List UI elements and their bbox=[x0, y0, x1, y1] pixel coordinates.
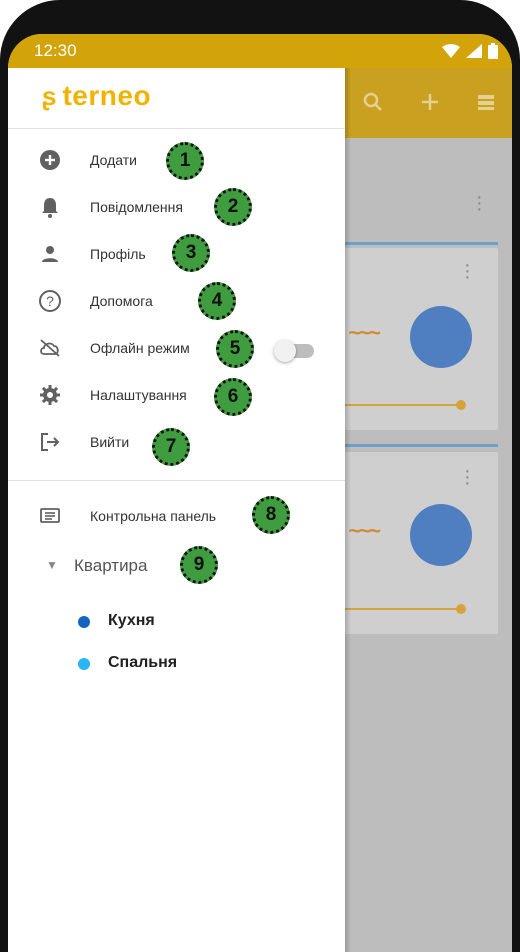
terneo-logo-icon: ʂ bbox=[42, 80, 57, 111]
room-color-dot bbox=[78, 658, 90, 670]
phone-frame: 12:30 · · · · · · ~~~ · · · ~~~ ʂ terneo… bbox=[0, 0, 520, 952]
callout-badge: 6 bbox=[214, 378, 252, 416]
caret-down-icon: ▼ bbox=[46, 558, 58, 572]
more-icon: · · · bbox=[464, 254, 471, 288]
logo-text: terneo bbox=[62, 80, 152, 111]
callout-badge: 1 bbox=[166, 142, 204, 180]
signal-icon bbox=[466, 44, 482, 58]
callout-badge: 5 bbox=[216, 330, 254, 368]
callout-badge: 8 bbox=[252, 496, 290, 534]
add-icon[interactable] bbox=[420, 92, 440, 112]
callout-badge: 2 bbox=[214, 188, 252, 226]
help-circle-icon: ? bbox=[39, 290, 61, 312]
dashboard-icon bbox=[40, 508, 60, 523]
logout-icon bbox=[41, 433, 60, 451]
device-mode-button bbox=[410, 504, 472, 566]
menu-item-label: Профіль bbox=[90, 246, 146, 262]
room-item-kitchen[interactable]: Кухня bbox=[8, 604, 345, 640]
search-icon[interactable] bbox=[363, 92, 383, 112]
slider-track bbox=[338, 404, 462, 406]
battery-icon bbox=[488, 43, 498, 59]
heating-icon: ~~~ bbox=[348, 518, 381, 543]
offline-mode-toggle[interactable] bbox=[274, 340, 314, 362]
drawer-shadow bbox=[345, 68, 351, 952]
wifi-icon bbox=[442, 44, 460, 58]
status-icons bbox=[442, 43, 498, 59]
callout-badge: 9 bbox=[180, 546, 218, 584]
location-label: Квартира bbox=[74, 556, 148, 575]
menu-item-help[interactable]: ? Допомога bbox=[8, 279, 345, 323]
callout-badge: 7 bbox=[152, 428, 190, 466]
room-color-dot bbox=[78, 616, 90, 628]
person-icon bbox=[42, 246, 58, 262]
menu-item-label: Вийти bbox=[90, 434, 130, 450]
slider-thumb bbox=[456, 400, 466, 410]
navigation-drawer: ʂ terneo Додати Повідомлення Профіль ? Д… bbox=[8, 68, 345, 952]
status-bar: 12:30 bbox=[8, 34, 512, 68]
menu-item-dashboard[interactable]: Контрольна панель bbox=[8, 494, 345, 538]
divider bbox=[8, 128, 345, 129]
menu-item-notifications[interactable]: Повідомлення bbox=[8, 185, 345, 229]
svg-text:?: ? bbox=[46, 293, 54, 309]
room-item-bedroom[interactable]: Спальня bbox=[8, 646, 345, 682]
menu-item-label: Офлайн режим bbox=[90, 340, 190, 356]
heating-icon: ~~~ bbox=[348, 320, 381, 345]
menu-item-label: Додати bbox=[90, 152, 137, 168]
status-time: 12:30 bbox=[34, 41, 77, 60]
slider-track bbox=[338, 608, 462, 610]
menu-item-label: Налаштування bbox=[90, 387, 187, 403]
callout-badge: 3 bbox=[172, 234, 210, 272]
add-circle-icon bbox=[40, 150, 60, 170]
room-label: Спальня bbox=[108, 654, 178, 671]
menu-item-label: Контрольна панель bbox=[90, 508, 217, 524]
location-group-apartment[interactable]: ▼ Квартира bbox=[8, 548, 345, 588]
grid-view-icon[interactable] bbox=[476, 92, 496, 112]
more-icon: · · · bbox=[476, 186, 483, 220]
menu-item-label: Повідомлення bbox=[90, 199, 183, 215]
divider bbox=[8, 480, 345, 481]
device-mode-button bbox=[410, 306, 472, 368]
cloud-off-icon bbox=[40, 339, 60, 357]
menu-item-settings[interactable]: Налаштування bbox=[8, 373, 345, 417]
room-label: Кухня bbox=[108, 612, 155, 629]
gear-icon bbox=[40, 385, 60, 405]
toggle-knob bbox=[274, 340, 296, 362]
divider bbox=[338, 444, 498, 447]
divider bbox=[338, 242, 498, 245]
more-icon: · · · bbox=[464, 460, 471, 494]
app-logo: ʂ terneo bbox=[42, 80, 151, 112]
slider-thumb bbox=[456, 604, 466, 614]
bell-icon bbox=[42, 198, 58, 218]
menu-item-label: Допомога bbox=[90, 293, 153, 309]
callout-badge: 4 bbox=[198, 282, 236, 320]
